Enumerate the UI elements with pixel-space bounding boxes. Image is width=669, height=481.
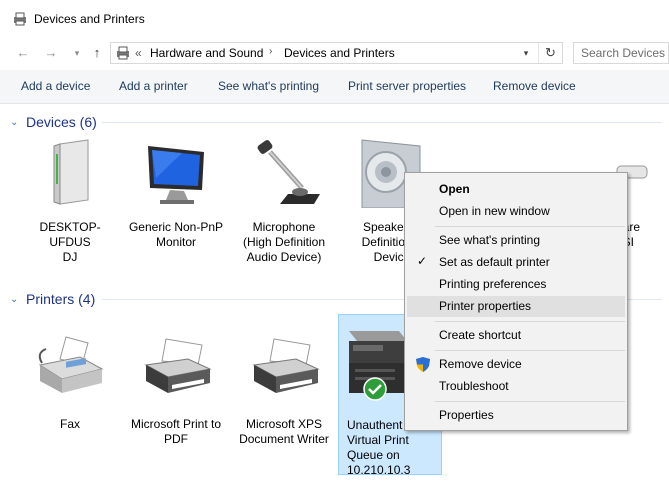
search-box[interactable] [573, 42, 669, 64]
chevron-right-icon[interactable]: › [269, 46, 272, 57]
device-microphone[interactable]: Microphone (High Definition Audio Device… [234, 138, 334, 264]
command-bar: Add a device Add a printer See what's pr… [0, 70, 669, 104]
collapse-chevron-icon[interactable]: ⌄ [10, 117, 24, 128]
menu-separator [435, 226, 625, 227]
menu-item-set-default-printer[interactable]: ✓ Set as default printer [407, 252, 625, 273]
address-dropdown-icon[interactable]: ▾ [518, 43, 534, 63]
microphone-icon [257, 140, 320, 204]
window-title: Devices and Printers [34, 12, 145, 26]
menu-item-open-new-window[interactable]: Open in new window [407, 201, 625, 222]
checkmark-icon: ✓ [417, 254, 428, 268]
printer-label: Microsoft Print to PDF [130, 417, 222, 446]
add-printer-button[interactable]: Add a printer [119, 79, 188, 93]
collapse-chevron-icon[interactable]: ⌄ [10, 294, 24, 305]
breadcrumb-devices-and-printers[interactable]: Devices and Printers [284, 46, 395, 60]
navigation-bar: ← → ▾ ↑ « Hardware and Sound › Devices a… [0, 38, 669, 68]
desktop-tower-icon [53, 139, 89, 205]
default-check-icon [363, 377, 387, 401]
uac-shield-icon [416, 357, 430, 372]
fax-icon [38, 336, 104, 393]
menu-item-properties[interactable]: Properties [407, 405, 625, 426]
printer-fax[interactable]: Fax [20, 335, 120, 435]
group-divider [102, 122, 662, 123]
printer-microsoft-print-to-pdf[interactable]: Microsoft Print to PDF [126, 335, 226, 446]
remove-device-button[interactable]: Remove device [493, 79, 576, 93]
up-arrow-icon[interactable]: ↑ [88, 44, 106, 62]
recent-locations-chevron-icon[interactable]: ▾ [68, 44, 86, 62]
menu-item-open[interactable]: Open [407, 179, 625, 200]
menu-item-remove-device[interactable]: Remove device [407, 354, 625, 375]
device-label: Microphone (High Definition Audio Device… [242, 220, 326, 264]
device-monitor[interactable]: Generic Non-PnP Monitor [126, 138, 226, 253]
devices-printers-icon [14, 12, 26, 26]
devices-printers-icon [117, 46, 129, 60]
printer-microsoft-xps-document-writer[interactable]: Microsoft XPS Document Writer [234, 335, 334, 446]
title-bar: Devices and Printers [0, 0, 669, 38]
breadcrumb-hardware-and-sound[interactable]: Hardware and Sound [150, 46, 263, 60]
menu-item-printer-properties[interactable]: Printer properties [407, 296, 625, 317]
back-arrow-icon[interactable]: ← [14, 44, 32, 62]
print-server-properties-button[interactable]: Print server properties [348, 79, 466, 93]
device-desktop[interactable]: DESKTOP-UFDUS DJ [20, 138, 120, 264]
breadcrumb-overflow[interactable]: « [135, 46, 142, 60]
devices-group-title: Devices (6) [26, 114, 97, 130]
menu-item-create-shortcut[interactable]: Create shortcut [407, 325, 625, 346]
menu-item-printing-preferences[interactable]: Printing preferences [407, 274, 625, 295]
add-device-button[interactable]: Add a device [21, 79, 90, 93]
devices-group-header[interactable]: ⌄ Devices (6) [10, 112, 662, 132]
printer-label: Fax [59, 417, 80, 431]
printer-icon [252, 338, 320, 393]
menu-separator [435, 350, 625, 351]
menu-separator [435, 401, 625, 402]
device-label: DESKTOP-UFDUS DJ [39, 220, 101, 264]
refresh-icon[interactable]: ↻ [538, 43, 562, 63]
address-bar[interactable]: « Hardware and Sound › Devices and Print… [110, 42, 563, 64]
printer-label: Microsoft XPS Document Writer [239, 417, 329, 446]
monitor-icon [148, 146, 204, 204]
context-menu: Open Open in new window See what's print… [404, 172, 628, 431]
forward-arrow-icon[interactable]: → [42, 44, 60, 62]
menu-separator [435, 321, 625, 322]
search-input[interactable] [574, 43, 668, 63]
menu-item-see-whats-printing[interactable]: See what's printing [407, 230, 625, 251]
menu-item-troubleshoot[interactable]: Troubleshoot [407, 376, 625, 397]
printer-icon [144, 338, 212, 393]
printers-group-title: Printers (4) [26, 291, 96, 307]
device-label: Generic Non-PnP Monitor [128, 220, 224, 249]
see-whats-printing-button[interactable]: See what's printing [218, 79, 319, 93]
